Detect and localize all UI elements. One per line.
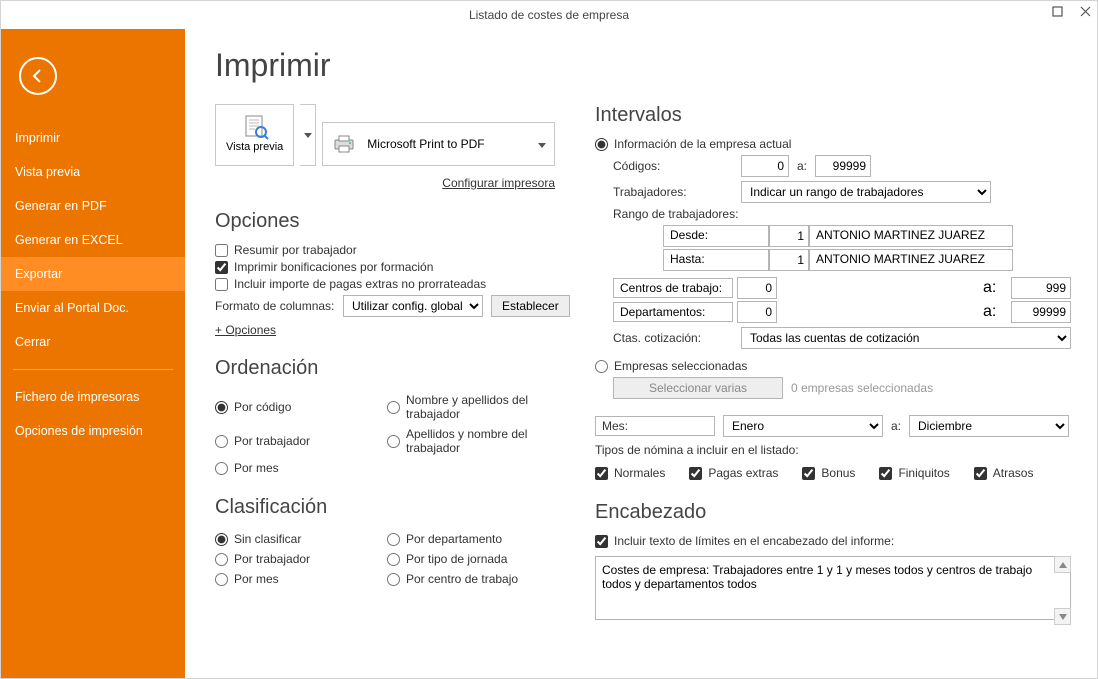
printer-select[interactable]: Microsoft Print to PDF xyxy=(322,122,555,166)
radio-clas-mes[interactable]: Por mes xyxy=(215,572,383,586)
checkbox-bonificaciones[interactable]: Imprimir bonificaciones por formación xyxy=(215,260,555,274)
dept-from-input[interactable] xyxy=(737,301,777,323)
page-title: Imprimir xyxy=(215,47,1071,84)
vista-previa-button[interactable]: Vista previa xyxy=(215,104,294,166)
ordenacion-heading: Ordenación xyxy=(215,357,555,380)
a-label-3: a: xyxy=(983,303,1007,321)
encabezado-heading: Encabezado xyxy=(595,501,1071,524)
scroll-up-icon[interactable] xyxy=(1054,556,1071,573)
close-icon[interactable] xyxy=(1077,3,1093,19)
printer-name: Microsoft Print to PDF xyxy=(367,137,484,151)
checkbox-incluir-texto[interactable]: Incluir texto de límites en el encabezad… xyxy=(595,534,1071,548)
radio-clas-departamento[interactable]: Por departamento xyxy=(387,532,555,546)
sidebar-item-imprimir[interactable]: Imprimir xyxy=(1,121,185,155)
ctas-label: Ctas. cotización: xyxy=(613,331,733,345)
sidebar-item-cerrar[interactable]: Cerrar xyxy=(1,325,185,359)
rango-trabajadores-label: Rango de trabajadores: xyxy=(613,207,738,221)
radio-empresas-seleccionadas[interactable]: Empresas seleccionadas xyxy=(595,359,1071,373)
hasta-name: ANTONIO MARTINEZ JUAREZ xyxy=(809,249,1013,271)
hasta-input[interactable] xyxy=(769,249,809,271)
sidebar-separator xyxy=(13,369,173,370)
a-label: a: xyxy=(797,159,807,173)
sidebar-item-exportar[interactable]: Exportar xyxy=(1,257,185,291)
trabajadores-select[interactable]: Indicar un rango de trabajadores xyxy=(741,181,991,203)
opciones-heading: Opciones xyxy=(215,210,555,233)
tipos-nomina-label: Tipos de nómina a incluir en el listado: xyxy=(595,443,799,457)
codigos-label: Códigos: xyxy=(613,159,733,173)
checkbox-atrasos[interactable]: Atrasos xyxy=(974,466,1034,480)
seleccionar-varias-button[interactable]: Seleccionar varias xyxy=(613,377,783,399)
sidebar-item-fichero-impresoras[interactable]: Fichero de impresoras xyxy=(1,380,185,414)
vista-previa-dropdown[interactable] xyxy=(300,104,316,166)
desde-name: ANTONIO MARTINEZ JUAREZ xyxy=(809,225,1013,247)
dept-to-input[interactable] xyxy=(1011,301,1071,323)
a-label-4: a: xyxy=(891,419,901,433)
sidebar-item-portal[interactable]: Enviar al Portal Doc. xyxy=(1,291,185,325)
sidebar-item-excel[interactable]: Generar en EXCEL xyxy=(1,223,185,257)
print-dialog-window: Listado de costes de empresa Imprimir Vi… xyxy=(0,0,1098,679)
clasificacion-heading: Clasificación xyxy=(215,496,555,519)
sidebar-item-vista-previa[interactable]: Vista previa xyxy=(1,155,185,189)
codigos-to-input[interactable] xyxy=(815,155,871,177)
radio-clas-jornada[interactable]: Por tipo de jornada xyxy=(387,552,555,566)
a-label-2: a: xyxy=(983,279,1007,297)
checkbox-pagas-extras-tipo[interactable]: Pagas extras xyxy=(689,466,778,480)
checkbox-finiquitos[interactable]: Finiquitos xyxy=(879,466,949,480)
maximize-icon[interactable] xyxy=(1049,3,1065,19)
mes-to-select[interactable]: Diciembre xyxy=(909,415,1069,437)
mes-label: Mes: xyxy=(595,416,715,436)
formato-columnas-select[interactable]: Utilizar config. global xyxy=(343,295,483,317)
sidebar-item-pdf[interactable]: Generar en PDF xyxy=(1,189,185,223)
mes-from-select[interactable]: Enero xyxy=(723,415,883,437)
document-preview-icon xyxy=(239,113,271,141)
titlebar: Listado de costes de empresa xyxy=(1,1,1097,29)
centros-from-input[interactable] xyxy=(737,277,777,299)
checkbox-resumir[interactable]: Resumir por trabajador xyxy=(215,243,555,257)
trabajadores-label: Trabajadores: xyxy=(613,185,733,199)
encabezado-textarea[interactable] xyxy=(595,556,1071,620)
formato-columnas-label: Formato de columnas: xyxy=(215,299,335,313)
vista-previa-label: Vista previa xyxy=(226,141,283,153)
checkbox-pagas-extras[interactable]: Incluir importe de pagas extras no prorr… xyxy=(215,277,555,291)
ctas-select[interactable]: Todas las cuentas de cotización xyxy=(741,327,1071,349)
departamentos-label: Departamentos: xyxy=(613,302,733,322)
checkbox-normales[interactable]: Normales xyxy=(595,466,665,480)
chevron-down-icon xyxy=(538,137,546,151)
radio-ord-apellidos-nombre[interactable]: Apellidos y nombre del trabajador xyxy=(387,427,555,455)
radio-clas-trabajador[interactable]: Por trabajador xyxy=(215,552,383,566)
radio-ord-mes[interactable]: Por mes xyxy=(215,461,383,475)
configure-printer-link[interactable]: Configurar impresora xyxy=(442,176,555,190)
radio-ord-trabajador[interactable]: Por trabajador xyxy=(215,427,383,455)
radio-clas-centro[interactable]: Por centro de trabajo xyxy=(387,572,555,586)
intervalos-heading: Intervalos xyxy=(595,104,1071,127)
centros-to-input[interactable] xyxy=(1011,277,1071,299)
sidebar-item-opciones-impresion[interactable]: Opciones de impresión xyxy=(1,414,185,448)
radio-info-empresa-actual[interactable]: Información de la empresa actual xyxy=(595,137,1071,151)
desde-label: Desde: xyxy=(663,225,769,247)
empresas-count: 0 empresas seleccionadas xyxy=(791,381,933,395)
printer-icon xyxy=(331,133,357,155)
codigos-from-input[interactable] xyxy=(741,155,789,177)
desde-input[interactable] xyxy=(769,225,809,247)
main-panel: Imprimir Vista previa xyxy=(185,29,1097,678)
radio-ord-codigo[interactable]: Por código xyxy=(215,393,383,421)
hasta-label: Hasta: xyxy=(663,249,769,271)
centros-label: Centros de trabajo: xyxy=(613,278,733,298)
mas-opciones-link[interactable]: + Opciones xyxy=(215,323,276,337)
radio-clas-sin[interactable]: Sin clasificar xyxy=(215,532,383,546)
window-title: Listado de costes de empresa xyxy=(469,8,629,22)
establecer-button[interactable]: Establecer xyxy=(491,295,570,317)
checkbox-bonus[interactable]: Bonus xyxy=(802,466,855,480)
scroll-down-icon[interactable] xyxy=(1054,608,1071,625)
radio-ord-nombre-apellidos[interactable]: Nombre y apellidos del trabajador xyxy=(387,393,555,421)
sidebar: Imprimir Vista previa Generar en PDF Gen… xyxy=(1,29,185,678)
back-button[interactable] xyxy=(19,57,57,95)
